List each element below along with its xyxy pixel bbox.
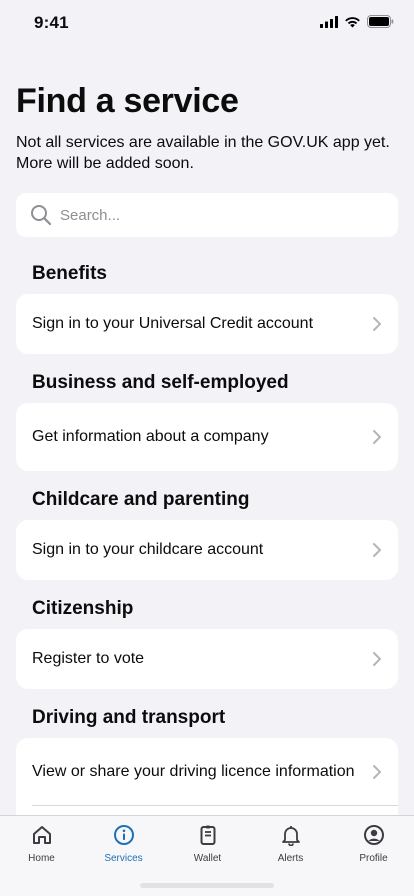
section-heading-benefits: Benefits — [32, 263, 107, 284]
tab-bar: Home Services Wallet Alerts Profile — [0, 815, 414, 896]
tab-services[interactable]: Services — [82, 816, 165, 876]
section-heading-childcare: Childcare and parenting — [32, 489, 250, 510]
tab-label: Services — [104, 853, 143, 864]
section-heading-driving: Driving and transport — [32, 707, 226, 728]
list-item-label: Sign in to your Universal Credit account — [32, 315, 314, 332]
tab-home[interactable]: Home — [0, 816, 83, 876]
profile-icon — [363, 825, 384, 845]
list-item-label: Get information about a company — [32, 428, 269, 445]
chevron-right-icon — [373, 765, 381, 779]
list-item[interactable]: Register to vote — [16, 629, 398, 689]
home-indicator — [140, 883, 274, 888]
list-item-label: Register to vote — [32, 650, 145, 667]
tab-alerts[interactable]: Alerts — [249, 816, 332, 876]
tab-label: Alerts — [277, 853, 304, 864]
list-item-label: View or share your driving licence infor… — [32, 763, 355, 780]
page-title: Find a service — [16, 82, 239, 120]
section-card-driving: View or share your driving licence infor… — [16, 738, 398, 815]
list-item[interactable]: View or share your driving licence infor… — [16, 738, 398, 806]
section-card-business: Get information about a company — [16, 403, 398, 471]
list-item-label: Sign in to your childcare account — [32, 541, 264, 558]
bell-icon — [281, 826, 300, 846]
section-heading-business: Business and self-employed — [32, 372, 289, 393]
info-icon — [113, 825, 134, 845]
search-bar[interactable] — [16, 193, 398, 237]
section-card-childcare: Sign in to your childcare account — [16, 520, 398, 580]
row-divider — [32, 805, 398, 806]
tab-profile[interactable]: Profile — [332, 816, 414, 876]
wallet-icon — [200, 825, 215, 845]
chevron-right-icon — [373, 317, 381, 331]
tab-label: Profile — [359, 853, 388, 864]
section-heading-citizenship: Citizenship — [32, 598, 134, 619]
list-item[interactable]: Sign in to your childcare account — [16, 520, 398, 580]
main-content: Find a service Not all services are avai… — [0, 0, 414, 815]
tab-wallet[interactable]: Wallet — [166, 816, 249, 876]
tab-label: Wallet — [193, 853, 222, 864]
section-card-citizenship: Register to vote — [16, 629, 398, 689]
list-item[interactable]: Sign in to your Universal Credit account — [16, 294, 398, 354]
home-icon — [32, 826, 51, 844]
search-icon — [31, 205, 52, 226]
tab-label: Home — [28, 853, 55, 864]
chevron-right-icon — [373, 543, 381, 557]
section-card-benefits: Sign in to your Universal Credit account — [16, 294, 398, 354]
chevron-right-icon — [373, 430, 381, 444]
search-input[interactable] — [60, 206, 360, 224]
list-item[interactable]: Get information about a company — [16, 403, 398, 471]
page-subtitle: Not all services are available in the GO… — [16, 134, 390, 172]
chevron-right-icon — [373, 652, 381, 666]
